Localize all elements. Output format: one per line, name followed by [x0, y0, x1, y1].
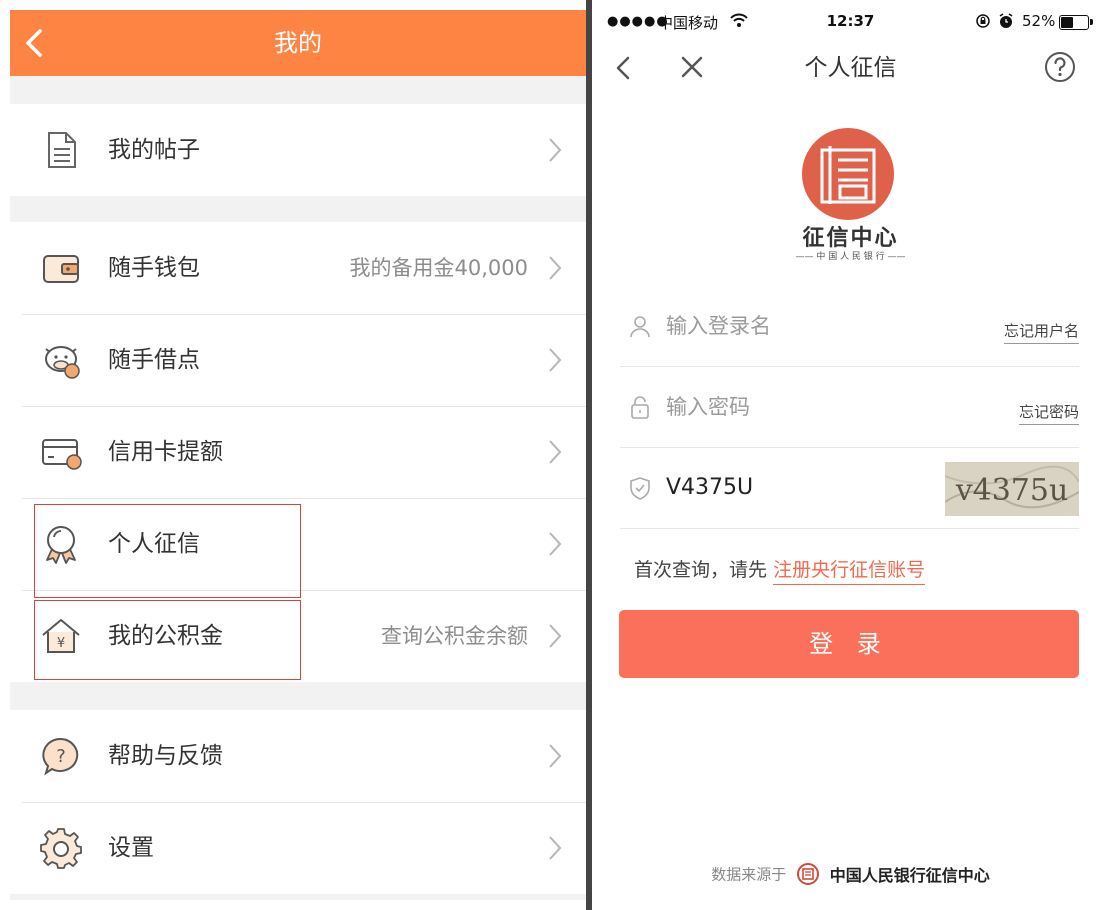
captcha-image[interactable]: v4375u — [945, 462, 1079, 516]
cow-icon — [45, 346, 80, 379]
data-source-brand: 中国人民银行征信中心 — [829, 866, 990, 885]
gear-icon — [40, 828, 82, 869]
username-field[interactable]: 输入登录名 忘记用户名 — [620, 286, 1079, 367]
menu-item-label: 我的帖子 — [108, 137, 200, 163]
chevron-right-icon — [549, 836, 562, 860]
menu-item-settings[interactable]: 设置 — [10, 802, 586, 894]
help-icon[interactable] — [1044, 51, 1076, 83]
forgot-password-link[interactable]: 忘记密码 — [1018, 401, 1079, 425]
rotation-lock-icon — [976, 14, 990, 28]
menu-item-value: 我的备用金40,000 — [349, 256, 528, 280]
status-bar: ●●●●● 中国移动 12:37 52% — [592, 0, 1109, 46]
menu-item-label: 随手钱包 — [108, 255, 200, 281]
battery-icon — [1059, 15, 1093, 30]
page-title: 个人征信 — [804, 55, 897, 81]
highlight-box-personal-credit — [34, 504, 301, 598]
captcha-text: v4375u — [955, 473, 1069, 508]
menu-item-my-posts[interactable]: 我的帖子 — [10, 104, 586, 196]
password-field[interactable]: 输入密码 忘记密码 — [620, 367, 1079, 448]
battery-nub — [1090, 19, 1093, 25]
logo-name: 征信中心 — [802, 226, 899, 251]
nav-bar: 个人征信 — [592, 46, 1109, 90]
logo-subtitle: —— 中 国 人 民 银 行 —— — [795, 252, 906, 262]
alarm-icon — [999, 13, 1013, 28]
lock-icon — [631, 396, 649, 419]
svg-text:?: ? — [56, 746, 66, 767]
profile-screen: 我的 我的帖子 随手钱包 我的备用金40,000 随手借点 信用卡提额 个人征信… — [10, 10, 586, 900]
credit-login-screen: ●●●●● 中国移动 12:37 52% 个人征信 征信中心 —— 中 国 人 … — [592, 0, 1109, 910]
data-source-footer: 数据来源于 中国人民银行征信中心 — [592, 862, 1109, 888]
password-input[interactable]: 输入密码 — [666, 367, 750, 447]
page-title: 我的 — [274, 29, 322, 57]
first-query-text: 首次查询，请先 — [634, 559, 768, 581]
login-button[interactable]: 登 录 — [619, 610, 1079, 678]
captcha-field[interactable]: V4375U v4375u — [620, 448, 1079, 529]
chevron-right-icon — [549, 348, 562, 372]
register-account-link[interactable]: 注册央行征信账号 — [773, 559, 926, 585]
shield-check-icon — [630, 477, 650, 500]
top-bar: 我的 — [10, 10, 586, 76]
menu-item-label: 设置 — [108, 835, 154, 861]
credit-center-small-logo-icon — [797, 863, 819, 885]
menu-item-label: 随手借点 — [108, 347, 200, 373]
chevron-right-icon — [549, 256, 562, 280]
menu-item-help-feedback[interactable]: ? 帮助与反馈 — [10, 710, 586, 802]
user-icon — [630, 316, 650, 338]
username-input[interactable]: 输入登录名 — [666, 286, 771, 366]
battery-fill — [1061, 17, 1073, 28]
document-icon — [48, 132, 76, 168]
highlight-box-housing-fund — [34, 600, 301, 680]
menu-item-label: 帮助与反馈 — [108, 743, 223, 769]
captcha-noise: v4375u — [945, 462, 1079, 516]
credit-card-icon — [42, 439, 82, 470]
captcha-input[interactable]: V4375U — [666, 448, 753, 528]
menu-item-value: 查询公积金余额 — [381, 624, 528, 648]
chevron-right-icon — [549, 138, 562, 162]
menu-item-wallet[interactable]: 随手钱包 我的备用金40,000 — [10, 222, 586, 314]
help-bubble-icon: ? — [42, 737, 79, 776]
menu-item-borrow[interactable]: 随手借点 — [10, 314, 586, 406]
forgot-username-link[interactable]: 忘记用户名 — [1003, 320, 1079, 344]
chevron-right-icon — [549, 440, 562, 464]
menu-group-support: ? 帮助与反馈 设置 — [10, 710, 586, 894]
menu-item-label: 信用卡提额 — [108, 439, 223, 465]
menu-group-posts: 我的帖子 — [10, 104, 586, 196]
chevron-right-icon — [549, 744, 562, 768]
wallet-icon — [43, 255, 79, 283]
battery-percentage: 52% — [1022, 12, 1056, 30]
chevron-right-icon — [549, 624, 562, 648]
menu-item-credit-limit[interactable]: 信用卡提额 — [10, 406, 586, 498]
credit-center-seal-logo — [802, 128, 894, 220]
data-source-label: 数据来源于 — [711, 865, 787, 884]
first-query-hint: 首次查询，请先 注册央行征信账号 — [634, 555, 926, 585]
chevron-right-icon — [549, 532, 562, 556]
